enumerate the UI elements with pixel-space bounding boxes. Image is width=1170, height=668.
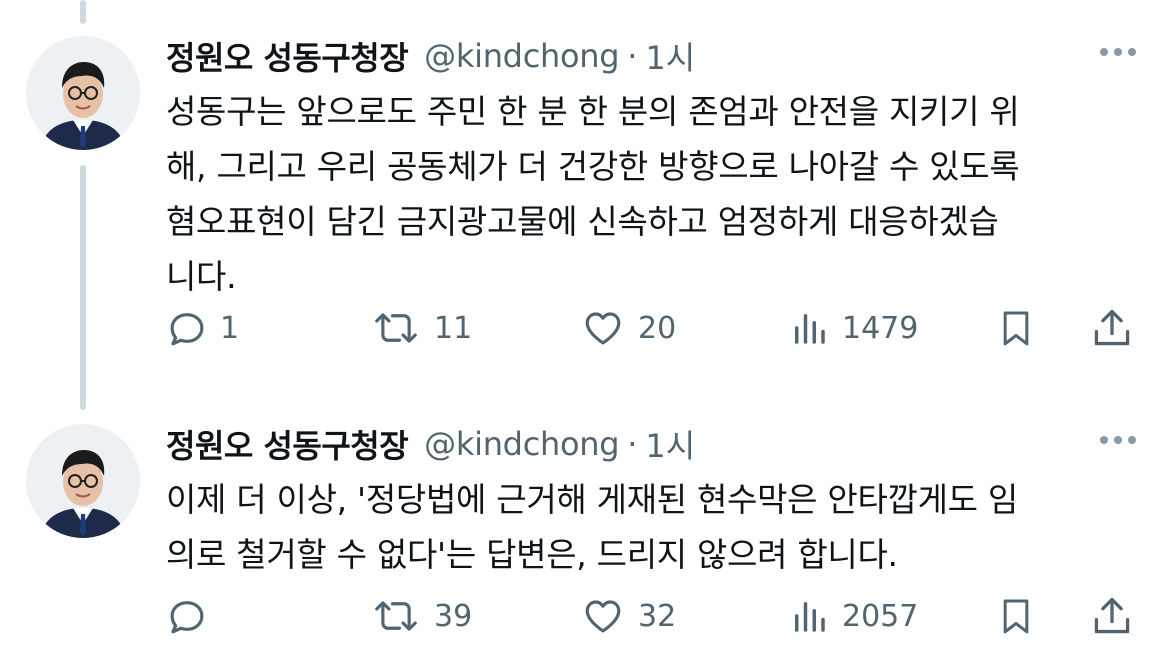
tweet-text: 성동구는 앞으로도 주민 한 분 한 분의 존엄과 안전을 지키기 위 해, 그… [166,84,1126,304]
reply-button[interactable]: 1 [166,303,239,353]
bookmark-icon [1003,311,1029,346]
share-button[interactable] [1090,591,1134,641]
text-line: 해, 그리고 우리 공동체가 더 건강한 방향으로 나아갈 수 있도록 [166,147,1020,186]
like-button[interactable]: 32 [580,591,676,641]
reply-count: 1 [220,310,240,346]
view-count: 1479 [842,310,919,346]
reply-icon [170,313,204,346]
text-line: 니다. [166,257,237,296]
tweet-text: 이제 더 이상, '정당법에 근거해 게재된 현수막은 안타깝게도 임 의로 철… [166,472,1126,582]
like-count: 20 [638,310,677,346]
views-icon [795,602,825,632]
views-button[interactable]: 2057 [788,591,918,641]
reply-icon [170,601,204,634]
like-count: 32 [638,598,677,634]
text-line: 혐오표현이 담긴 금지광고물에 신속하고 엄정하게 대응하겠습 [166,202,999,241]
text-line: 성동구는 앞으로도 주민 한 분 한 분의 존엄과 안전을 지키기 위 [166,92,1020,131]
retweet-count: 11 [434,310,473,346]
like-button[interactable]: 20 [580,303,676,353]
share-icon [1094,309,1130,346]
more-icon[interactable] [1100,48,1136,56]
retweet-count: 39 [434,598,473,634]
separator: · [627,37,638,75]
reply-button[interactable] [166,591,220,641]
retweet-button[interactable]: 11 [370,303,472,353]
author-handle[interactable]: @kindchong [424,37,619,75]
avatar[interactable] [26,424,140,538]
action-bar: 39 32 2057 [166,591,1136,641]
retweet-icon [375,601,417,631]
views-icon [795,314,825,344]
share-button[interactable] [1090,303,1134,353]
tweet[interactable]: 정원오 성동구청장 @kindchong · 1시 이제 더 이상, '정당법에… [0,388,1170,668]
share-icon [1094,597,1130,634]
bookmark-button[interactable] [996,303,1036,353]
author-handle[interactable]: @kindchong [424,425,619,463]
tweet[interactable]: 정원오 성동구청장 @kindchong · 1시 성동구는 앞으로도 주민 한… [0,0,1170,400]
author-name[interactable]: 정원오 성동구청장 [166,33,409,79]
timestamp[interactable]: 1시 [645,421,695,467]
heart-icon [585,600,621,633]
text-line: 이제 더 이상, '정당법에 근거해 게재된 현수막은 안타깝게도 임 [166,480,1018,519]
tweet-header: 정원오 성동구청장 @kindchong · 1시 [166,422,695,466]
retweet-icon [375,313,417,343]
view-count: 2057 [842,598,919,634]
tweet-thread: 정원오 성동구청장 @kindchong · 1시 성동구는 앞으로도 주민 한… [0,0,1170,668]
text-line: 의로 철거할 수 없다'는 답변은, 드리지 않으려 합니다. [166,535,898,574]
more-icon[interactable] [1100,436,1136,444]
views-button[interactable]: 1479 [788,303,918,353]
heart-icon [585,312,621,345]
tweet-header: 정원오 성동구청장 @kindchong · 1시 [166,34,695,78]
retweet-button[interactable]: 39 [370,591,472,641]
separator: · [627,425,638,463]
timestamp[interactable]: 1시 [645,33,695,79]
action-bar: 1 11 20 1479 [166,303,1136,353]
bookmark-icon [1003,599,1029,634]
bookmark-button[interactable] [996,591,1036,641]
avatar[interactable] [26,36,140,150]
author-name[interactable]: 정원오 성동구청장 [166,421,409,467]
